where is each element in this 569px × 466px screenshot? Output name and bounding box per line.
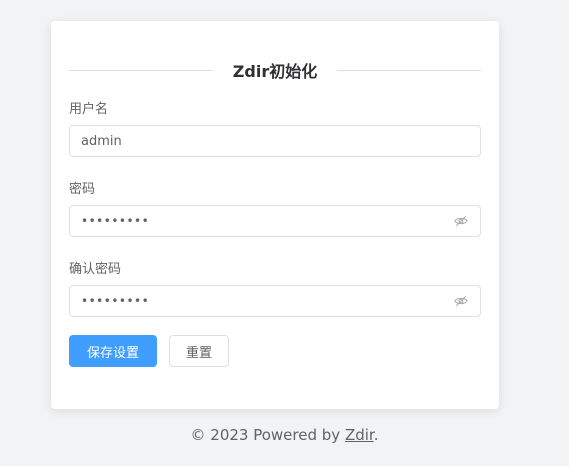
footer-prefix: © 2023 Powered by xyxy=(190,426,345,444)
reset-button[interactable]: 重置 xyxy=(169,335,229,367)
footer: © 2023 Powered by Zdir. xyxy=(0,426,569,444)
divider-line-left xyxy=(69,69,213,71)
password-input[interactable]: ••••••••• xyxy=(69,205,481,237)
form-title: Zdir初始化 xyxy=(232,62,318,81)
username-input[interactable]: admin xyxy=(69,125,481,157)
footer-suffix: . xyxy=(373,426,379,444)
password-value: ••••••••• xyxy=(81,214,150,228)
username-value: admin xyxy=(81,133,122,149)
save-settings-button[interactable]: 保存设置 xyxy=(69,335,157,367)
username-label: 用户名 xyxy=(69,102,109,117)
confirm-password-value: ••••••••• xyxy=(81,294,150,308)
divider-line-right xyxy=(337,69,481,71)
form-title-divider: Zdir初始化 xyxy=(69,56,481,84)
confirm-password-label: 确认密码 xyxy=(69,262,122,277)
eye-slash-icon[interactable] xyxy=(453,213,469,229)
zdir-link[interactable]: Zdir xyxy=(345,426,374,444)
eye-slash-icon[interactable] xyxy=(453,293,469,309)
password-label: 密码 xyxy=(69,182,96,197)
confirm-password-input[interactable]: ••••••••• xyxy=(69,285,481,317)
init-form-card: Zdir初始化 用户名 admin 密码 ••••••••• 确认密码 ••••… xyxy=(51,21,499,409)
